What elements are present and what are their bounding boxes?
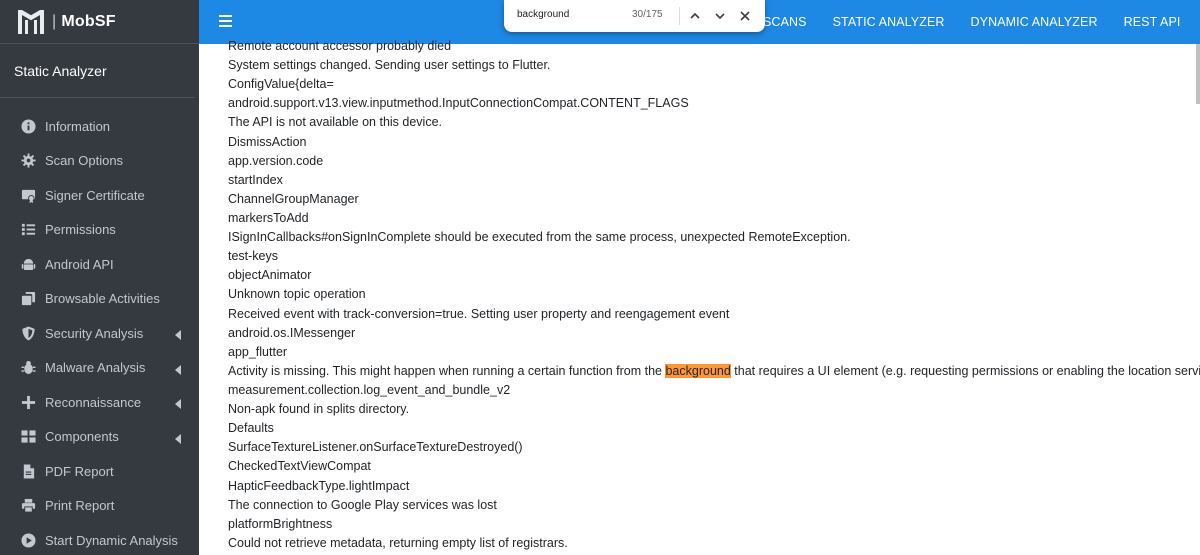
- sidebar-item-label: Malware Analysis: [45, 360, 146, 376]
- string-line: Activity is missing. This might happen w…: [228, 362, 1200, 381]
- file-pdf-icon: [20, 463, 36, 479]
- find-match-highlight: background: [665, 363, 731, 378]
- chevron-up-icon: [690, 12, 700, 19]
- brand[interactable]: | MobSF: [0, 0, 199, 44]
- string-line: The API is not available on this device.: [228, 115, 443, 130]
- chevron-down-icon: [715, 13, 725, 20]
- android-icon: [20, 256, 36, 272]
- grid-icon: [20, 429, 36, 445]
- sidebar-nav: Information Scan Options Signer Certificat…: [0, 109, 199, 555]
- string-text: that requires a UI element (e.g. request…: [730, 363, 1200, 378]
- scrollbar-thumb[interactable]: [1196, 44, 1200, 104]
- string-line: markersToAdd: [228, 210, 309, 225]
- string-line: test-keys: [228, 249, 279, 264]
- plus-icon: [20, 394, 36, 410]
- sidebar-item-malware-analysis[interactable]: Malware Analysis: [0, 351, 199, 386]
- chevron-left-icon: [174, 363, 182, 375]
- string-line: android.support.v13.view.inputmethod.Inp…: [228, 96, 689, 111]
- find-match-count: 30/175: [632, 9, 663, 20]
- sidebar-section-title: Static Analyzer: [0, 44, 195, 98]
- find-previous-button[interactable]: [687, 8, 703, 24]
- shield-icon: [20, 325, 36, 341]
- chevron-left-icon: [174, 397, 182, 410]
- string-line: ISignInCallbacks#onSignInComplete should…: [228, 230, 851, 245]
- string-line: Unknown topic operation: [228, 287, 366, 302]
- sidebar-item-permissions[interactable]: Permissions: [0, 213, 199, 248]
- sidebar-item-scan-options[interactable]: Scan Options: [0, 144, 199, 179]
- string-line: Remote account accessor probably died: [228, 39, 452, 53]
- sidebar-item-print-report[interactable]: Print Report: [0, 489, 199, 524]
- info-circle-icon: [20, 118, 36, 134]
- string-line: android.os.IMessenger: [228, 325, 356, 340]
- find-separator: [679, 7, 680, 25]
- play-circle-icon: [20, 532, 36, 548]
- sidebar-item-label: Security Analysis: [45, 325, 144, 341]
- chevron-left-icon: [174, 328, 182, 341]
- top-nav-link-static-analyzer[interactable]: STATIC ANALYZER: [833, 15, 945, 29]
- sidebar-item-label: Scan Options: [45, 153, 124, 169]
- string-line: SurfaceTextureListener.onSurfaceTextureD…: [228, 440, 523, 455]
- strings-list: Remote account accessor probably died Sys…: [228, 37, 1200, 553]
- sidebar-item-label: Start Dynamic Analysis: [45, 532, 178, 548]
- string-line: HapticFeedbackType.lightImpact: [228, 478, 410, 493]
- string-text: Activity is missing. This might happen w…: [228, 363, 666, 378]
- sidebar-item-label: Components: [45, 429, 119, 445]
- sidebar-item-browsable-activities[interactable]: Browsable Activities: [0, 282, 199, 317]
- string-line: objectAnimator: [228, 268, 312, 283]
- sidebar-item-label: Permissions: [45, 222, 116, 238]
- string-line: Defaults: [228, 421, 274, 436]
- sidebar-item-pdf-report[interactable]: PDF Report: [0, 454, 199, 489]
- string-line: ChannelGroupManager: [228, 191, 359, 206]
- string-line: app.version.code: [228, 153, 324, 168]
- chevron-left-icon: [174, 432, 182, 444]
- string-line: app_flutter: [228, 344, 288, 359]
- string-line: The connection to Google Play services w…: [228, 497, 497, 512]
- find-close-button[interactable]: [737, 8, 753, 24]
- sidebar: | MobSF Static Analyzer Information Scan O…: [0, 0, 199, 555]
- find-bar: background 30/175: [504, 0, 765, 32]
- top-nav-link-rest-api[interactable]: REST API: [1124, 15, 1181, 29]
- sidebar-item-label: Print Report: [45, 498, 115, 514]
- certificate-icon: [20, 187, 36, 203]
- brand-name: MobSF: [61, 12, 116, 30]
- close-icon: [740, 11, 750, 21]
- string-line: Received event with track-conversion=tru…: [228, 306, 730, 321]
- sidebar-item-reconnaissance[interactable]: Reconnaissance: [0, 385, 199, 420]
- sidebar-item-information[interactable]: Information: [0, 109, 199, 144]
- hamburger-menu-icon[interactable]: [219, 15, 232, 27]
- bug-icon: [20, 360, 36, 376]
- sidebar-item-label: Information: [45, 118, 111, 134]
- string-line: measurement.collection.log_event_and_bun…: [228, 382, 511, 397]
- top-nav-link-dynamic-analyzer[interactable]: DYNAMIC ANALYZER: [971, 15, 1098, 29]
- brand-separator: |: [52, 12, 57, 30]
- string-line: System settings changed. Sending user se…: [228, 58, 551, 73]
- sidebar-item-components[interactable]: Components: [0, 420, 199, 455]
- string-line: Could not retrieve metadata, returning e…: [228, 535, 568, 550]
- find-next-button[interactable]: [712, 8, 728, 24]
- sidebar-item-label: Reconnaissance: [45, 394, 142, 410]
- sidebar-item-label: Browsable Activities: [45, 291, 160, 307]
- sidebar-item-signer-certificate[interactable]: Signer Certificate: [0, 178, 199, 213]
- mobsf-logo-icon: [18, 8, 44, 36]
- clone-icon: [20, 291, 36, 307]
- sidebar-item-start-dynamic-analysis[interactable]: Start Dynamic Analysis: [0, 523, 199, 555]
- sidebar-item-android-api[interactable]: Android API: [0, 247, 199, 282]
- top-nav-link-scans[interactable]: SCANS: [763, 15, 807, 29]
- string-line: CheckedTextViewCompat: [228, 459, 371, 474]
- print-icon: [20, 498, 36, 514]
- gear-icon: [20, 153, 36, 169]
- string-line: Non-apk found in splits directory.: [228, 402, 410, 417]
- sidebar-item-label: Android API: [45, 256, 114, 272]
- string-line: startIndex: [228, 172, 283, 187]
- list-icon: [20, 222, 36, 238]
- find-input[interactable]: background: [517, 9, 569, 20]
- string-line: ConfigValue{delta=: [228, 77, 334, 92]
- sidebar-item-security-analysis[interactable]: Security Analysis: [0, 316, 199, 351]
- string-line: platformBrightness: [228, 516, 333, 531]
- sidebar-item-label: Signer Certificate: [45, 187, 145, 203]
- string-line: DismissAction: [228, 134, 307, 149]
- sidebar-item-label: PDF Report: [45, 463, 114, 479]
